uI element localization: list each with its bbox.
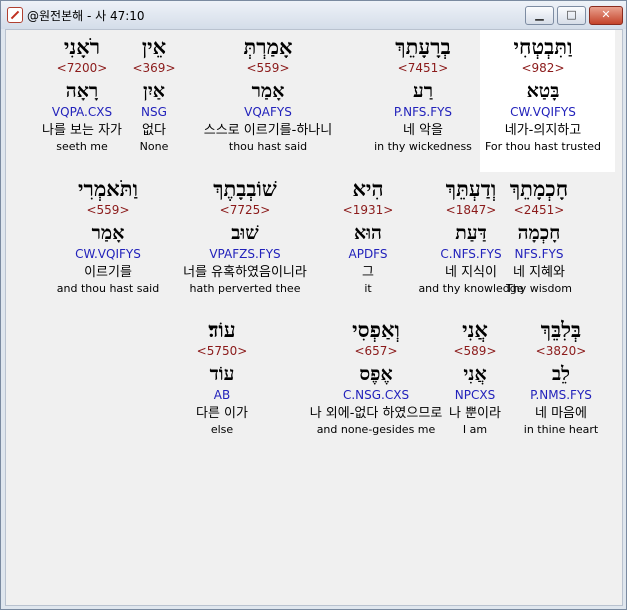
korean-gloss: 이르기를: [84, 265, 132, 280]
interlinear-word[interactable]: בְרָעָתֵךְ <7451> רַע P.NFS.FYS 네 악을 in thy w…: [338, 34, 508, 154]
app-window: @원전본해 - 사 47:10 ▁ □ ✕ וַתִּבְטְחִי <982> ב…: [0, 0, 627, 610]
strong-number: <5750>: [196, 344, 248, 358]
hebrew-word: וַתֹּאמְרִי: [78, 176, 138, 201]
lemma-word: רַע: [412, 80, 434, 102]
maximize-button[interactable]: □: [557, 6, 586, 25]
strong-number: <7200>: [56, 61, 108, 75]
morphology-code: P.NFS.FYS: [393, 105, 453, 119]
title-bar[interactable]: @원전본해 - 사 47:10 ▁ □ ✕: [1, 1, 626, 29]
hebrew-word: עוֹד׃: [208, 317, 236, 342]
lemma-word: אָמַר: [91, 222, 125, 244]
lemma-word: עוֹד: [209, 363, 235, 385]
close-button[interactable]: ✕: [589, 6, 623, 25]
minimize-button[interactable]: ▁: [525, 6, 554, 25]
window-title: @원전본해 - 사 47:10: [27, 9, 145, 23]
strong-number: <7451>: [397, 61, 449, 75]
interlinear-word[interactable]: עוֹד׃ <5750> עוֹד AB 다른 이가 else: [137, 317, 307, 437]
korean-gloss: 네 악을: [402, 123, 443, 138]
strong-number: <559>: [86, 203, 130, 217]
lemma-word: אֶפֶס: [359, 363, 393, 385]
interlinear-word[interactable]: וְאַפְסִי <657> אֶפֶס C.NSG.CXS 나 외에-없다 하였으므…: [291, 317, 461, 437]
korean-gloss: 다른 이가: [196, 406, 248, 421]
english-gloss: in thy wickedness: [374, 140, 472, 153]
korean-gloss: 나를 보는 자가: [41, 123, 123, 138]
interlinear-panel: וַתִּבְטְחִי <982> בָּטַא CW.VQIFYS 네가-의지하고 F…: [5, 29, 623, 606]
korean-gloss: 나 외에-없다 하였으므로: [309, 406, 443, 421]
hebrew-word: וְאַפְסִי: [352, 317, 400, 342]
english-gloss: and none-gesides me: [316, 423, 436, 436]
lemma-word: רָאָה: [65, 80, 99, 102]
english-gloss: seeth me: [56, 140, 108, 153]
english-gloss: else: [210, 423, 234, 436]
app-icon[interactable]: [7, 7, 23, 23]
strong-number: <657>: [354, 344, 398, 358]
interlinear-word[interactable]: רֹאָנִי <7200> רָאָה VQPA.CXS 나를 보는 자가 seeth …: [0, 34, 167, 154]
hebrew-word: בְרָעָתֵךְ: [395, 34, 451, 59]
morphology-code: VQPA.CXS: [51, 105, 113, 119]
english-gloss: and thou hast said: [56, 282, 160, 295]
morphology-code: AB: [213, 388, 231, 402]
morphology-code: C.NSG.CXS: [342, 388, 410, 402]
interlinear-word[interactable]: וַתֹּאמְרִי <559> אָמַר CW.VQIFYS 이르기를 and th…: [23, 176, 193, 296]
hebrew-word: רֹאָנִי: [63, 34, 101, 59]
morphology-code: CW.VQIFYS: [75, 247, 141, 261]
